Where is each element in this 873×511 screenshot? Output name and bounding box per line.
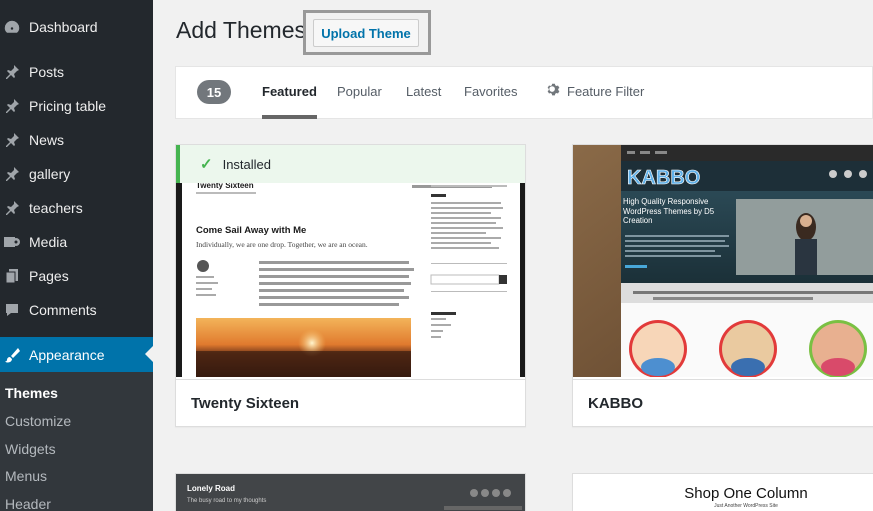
menu-item-comments[interactable]: Comments: [0, 293, 153, 327]
theme-screenshot: KABBO High Quality Responsive WordPress …: [573, 145, 873, 377]
pin-icon: [3, 131, 21, 149]
preview-post-excerpt: Individually, we are one drop. Together,…: [196, 240, 368, 249]
submenu-item-header[interactable]: Header: [5, 496, 51, 511]
upload-theme-highlight: Upload Theme: [303, 10, 431, 55]
menu-label: Media: [29, 234, 68, 250]
theme-name: KABBO: [573, 379, 873, 426]
installed-notice: ✓ Installed: [176, 145, 525, 183]
submenu-item-widgets[interactable]: Widgets: [5, 441, 56, 457]
dashboard-icon: [3, 18, 21, 36]
menu-item-posts[interactable]: Posts: [0, 55, 153, 89]
active-menu-arrow: [145, 346, 153, 362]
tab-favorites[interactable]: Favorites: [464, 84, 517, 119]
brush-icon: [3, 346, 21, 364]
theme-screenshot: Shop One Column Just Another WordPress S…: [573, 474, 873, 511]
pages-icon: [3, 267, 21, 285]
preview-title: Lonely Road: [187, 484, 235, 493]
menu-item-media[interactable]: Media: [0, 225, 153, 259]
checkmark-icon: ✓: [200, 156, 213, 173]
preview-post-title: Come Sail Away with Me: [196, 225, 306, 236]
kabbo-logo-text: KABBO: [627, 167, 700, 189]
preview-tagline: The busy road to my thoughts: [187, 498, 266, 504]
tab-featured[interactable]: Featured: [262, 84, 317, 119]
page-title: Add Themes: [176, 17, 306, 43]
preview-tagline: Just Another WordPress Site: [714, 503, 778, 509]
upload-theme-button[interactable]: Upload Theme: [313, 19, 419, 47]
submenu-item-menus[interactable]: Menus: [5, 468, 47, 484]
gear-icon: [546, 82, 561, 100]
menu-item-dashboard[interactable]: Dashboard: [0, 10, 153, 44]
menu-label: Posts: [29, 64, 65, 80]
pin-icon: [3, 199, 21, 217]
tab-popular[interactable]: Popular: [337, 84, 382, 119]
menu-item-appearance[interactable]: Appearance: [0, 337, 153, 372]
media-icon: [3, 233, 21, 251]
menu-label: Comments: [29, 302, 97, 318]
submenu-item-themes[interactable]: Themes: [5, 385, 58, 401]
menu-label: Pricing table: [29, 98, 107, 114]
menu-label: teachers: [29, 200, 83, 216]
menu-item-teachers[interactable]: teachers: [0, 191, 153, 225]
tab-latest[interactable]: Latest: [406, 84, 441, 119]
menu-label: Dashboard: [29, 19, 98, 35]
theme-card-twenty-sixteen[interactable]: Twenty Sixteen Come Sail Away with Me In…: [175, 144, 526, 427]
installed-label: Installed: [222, 156, 271, 172]
preview-title: Shop One Column: [684, 485, 807, 502]
feature-filter-label: Feature Filter: [567, 83, 645, 99]
theme-count-badge: 15: [197, 80, 231, 104]
menu-item-gallery[interactable]: gallery: [0, 157, 153, 191]
feature-filter-button[interactable]: Feature Filter: [546, 82, 644, 100]
comments-icon: [3, 301, 21, 319]
theme-card-lonely-road[interactable]: Lonely Road The busy road to my thoughts: [175, 473, 526, 511]
submenu-item-customize[interactable]: Customize: [5, 413, 71, 429]
pin-icon: [3, 63, 21, 81]
menu-label: Pages: [29, 268, 69, 284]
theme-filter-bar: 15 Featured Popular Latest Favorites Fea…: [175, 66, 873, 119]
admin-sidebar: Dashboard Posts Pricing table News galle…: [0, 0, 153, 511]
kabbo-hero-headline: High Quality Responsive WordPress Themes…: [623, 197, 715, 226]
menu-label: Appearance: [29, 346, 105, 363]
theme-card-kabbo[interactable]: KABBO High Quality Responsive WordPress …: [572, 144, 873, 427]
menu-item-news[interactable]: News: [0, 123, 153, 157]
menu-item-pages[interactable]: Pages: [0, 259, 153, 293]
theme-name: Twenty Sixteen: [176, 379, 525, 426]
menu-label: gallery: [29, 166, 71, 182]
pin-icon: [3, 97, 21, 115]
theme-screenshot: Lonely Road The busy road to my thoughts: [176, 474, 525, 511]
menu-label: News: [29, 132, 65, 148]
theme-card-shop-one-column[interactable]: Shop One Column Just Another WordPress S…: [572, 473, 873, 511]
appearance-submenu: Themes Customize Widgets Menus Header: [0, 372, 153, 511]
pin-icon: [3, 165, 21, 183]
menu-item-pricing-table[interactable]: Pricing table: [0, 89, 153, 123]
